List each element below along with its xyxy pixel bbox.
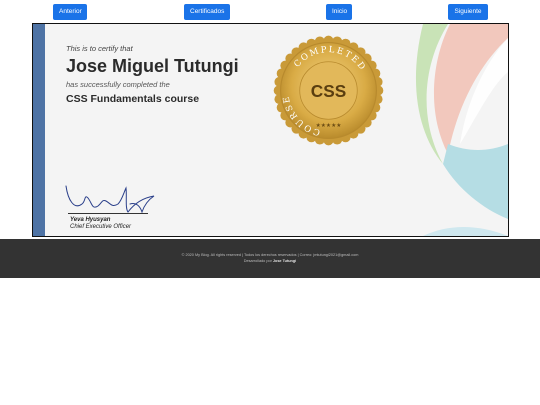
footer: © 2020 My Blog. All rights reserved | To…	[0, 239, 540, 278]
footer-copyright: © 2020 My Blog. All rights reserved | To…	[181, 253, 359, 257]
certificate-left-stripe	[33, 24, 45, 236]
seal-stars: ★★★★★	[316, 122, 342, 129]
completion-text: has successfully completed the	[66, 80, 170, 89]
certificates-button[interactable]: Certificados	[184, 4, 230, 20]
signer-title: Chief Executive Officer	[70, 224, 132, 230]
course-title: CSS Fundamentals course	[66, 93, 200, 105]
footer-author: Jose Tutungi	[272, 259, 297, 263]
next-button[interactable]: Siguiente	[448, 4, 488, 20]
signature-image	[65, 185, 155, 214]
footer-credit: Desarrollado por Jose Tutungi	[0, 259, 540, 263]
home-button[interactable]: Inicio	[326, 4, 352, 20]
signer-name: Yeva Hyusyan	[70, 217, 111, 223]
recipient-name: Jose Miguel Tutungi	[66, 56, 239, 76]
seal-center-text: CSS	[311, 81, 346, 101]
completion-seal: COMPLETED COURSE CSS ★★★★★	[273, 35, 384, 146]
certificate-intro: This is to certify that	[66, 44, 133, 53]
signature-line	[68, 213, 148, 214]
certificate: This is to certify that Jose Miguel Tutu…	[33, 24, 508, 236]
decorative-swirl	[415, 24, 508, 236]
footer-credit-prefix: Desarrollado por	[243, 259, 273, 263]
certificate-frame: This is to certify that Jose Miguel Tutu…	[32, 23, 509, 237]
previous-button[interactable]: Anterior	[53, 4, 87, 20]
